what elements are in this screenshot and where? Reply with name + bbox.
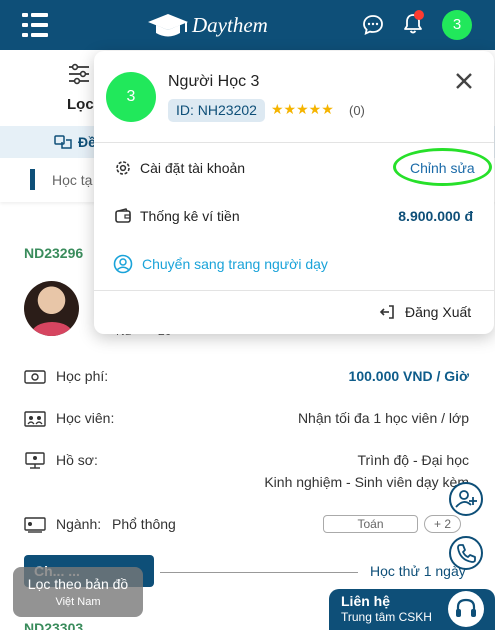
graduation-cap-icon [148, 14, 188, 37]
headset-icon[interactable] [448, 591, 484, 627]
logo-text: Daythem [192, 13, 268, 37]
panel-divider-bottom [94, 290, 494, 291]
logout-button[interactable]: Đăng Xuất [405, 304, 471, 320]
profile-icon [25, 452, 45, 469]
account-settings-label[interactable]: Cài đặt tài khoản [140, 160, 245, 176]
field-icon [24, 517, 46, 533]
panel-avatar: 3 [106, 72, 156, 122]
hamburger-menu-icon[interactable] [22, 13, 48, 37]
fee-value: 100.000 VND / Giờ [348, 368, 469, 384]
logout-icon [379, 305, 394, 319]
user-switch-icon [113, 254, 133, 274]
field-value: Phổ thông [112, 516, 176, 532]
students-label: Học viên: [56, 410, 115, 426]
filter-sliders-icon[interactable] [67, 62, 91, 86]
panel-divider-top [94, 142, 494, 143]
wallet-stats-label[interactable]: Thống kê ví tiền [140, 208, 240, 224]
user-avatar-button[interactable]: 3 [442, 10, 472, 40]
daythem-logo[interactable]: Daythem [146, 10, 271, 42]
subject-tag: Toán [323, 515, 418, 533]
divider [160, 572, 358, 573]
edit-highlight-ring [393, 148, 492, 186]
profile-level: Trình độ - Đại học [357, 452, 469, 468]
money-icon [24, 370, 46, 384]
add-friend-icon[interactable] [449, 482, 483, 516]
chat-icon[interactable] [362, 14, 384, 36]
wallet-icon [115, 208, 131, 223]
tutor-code-next: ND23303 [24, 620, 84, 630]
gear-icon [116, 161, 130, 175]
field-label: Ngành: [56, 516, 102, 532]
contact-subtitle: Trung tâm CSKH [341, 610, 432, 624]
tutor-code: ND23296 [24, 245, 84, 261]
profile-label: Hồ sơ: [56, 452, 98, 468]
fee-label: Học phí: [56, 368, 109, 384]
contact-title: Liên hệ [341, 593, 391, 609]
rating-stars: ★★★★★ [271, 101, 334, 117]
section-marker [30, 169, 35, 190]
map-filter-button[interactable]: Lọc theo bản đồ Việt Nam [13, 567, 143, 617]
panel-user-name: Người Học 3 [168, 73, 260, 90]
wallet-balance: 8.900.000 đ [398, 208, 473, 224]
panel-user-id: ID: NH23202 [168, 99, 265, 122]
phone-call-icon[interactable] [449, 536, 483, 570]
students-value: Nhận tối đa 1 học viên / lớp [297, 410, 469, 426]
rating-count: (0) [349, 103, 365, 118]
profile-experience: Kinh nghiệm - Sinh viên dạy kèm [264, 474, 469, 490]
filter-label[interactable]: Lọc [67, 96, 94, 113]
more-subjects-tag[interactable]: + 2 [424, 515, 461, 533]
tab-suggest-icon [54, 135, 72, 149]
section-title: Học tạ [52, 172, 93, 188]
students-icon [24, 411, 46, 427]
map-filter-subtitle: Việt Nam [55, 596, 101, 608]
close-icon[interactable] [454, 71, 474, 91]
notification-badge [414, 10, 424, 20]
tutor-avatar[interactable] [24, 281, 79, 336]
switch-to-tutor-link[interactable]: Chuyển sang trang người dạy [142, 256, 328, 272]
map-filter-title: Lọc theo bản đồ [27, 576, 129, 592]
